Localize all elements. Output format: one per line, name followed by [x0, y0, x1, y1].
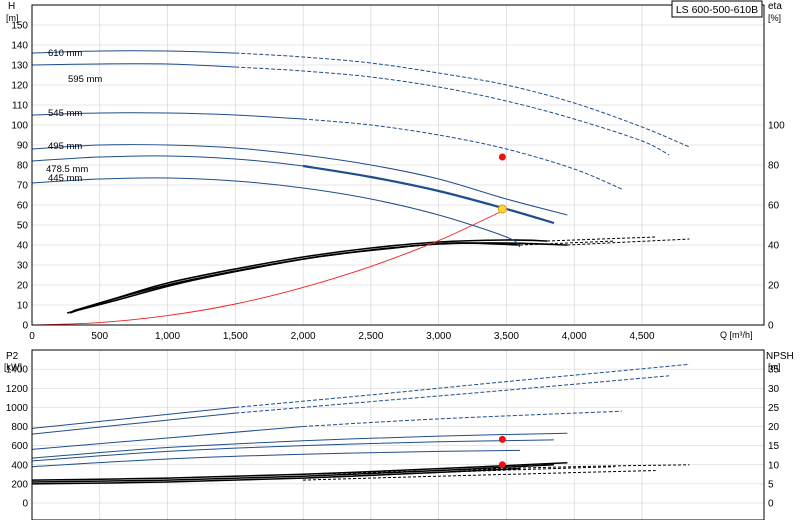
head-axis-title: H	[8, 1, 15, 12]
head-tick-label: 50	[17, 221, 29, 232]
power-duty-marker	[498, 435, 506, 443]
impeller-diameter-label: 445 mm	[48, 173, 82, 184]
head-tick-label: 40	[17, 241, 29, 252]
flow-tick-label: 0	[29, 331, 35, 342]
npsh-tick-label: 15	[768, 441, 780, 452]
head-tick-label: 120	[11, 81, 28, 92]
flow-tick-label: 3,000	[426, 331, 451, 342]
duty-point-marker	[497, 204, 507, 214]
model-label: LS 600-500-610B	[676, 4, 758, 16]
eta-tick-label: 40	[768, 241, 780, 252]
head-tick-label: 110	[12, 101, 28, 112]
power-tick-label: 600	[11, 441, 28, 452]
head-tick-label: 130	[11, 61, 28, 72]
head-tick-label: 80	[17, 161, 29, 172]
npsh-tick-label: 10	[768, 460, 780, 471]
head-tick-label: 0	[22, 321, 28, 332]
eta-tick-label: 100	[768, 121, 785, 132]
npsh-tick-label: 20	[768, 422, 780, 433]
flow-tick-label: 2,500	[358, 331, 383, 342]
impeller-diameter-label: 595 mm	[68, 74, 102, 85]
npsh-axis-unit: [m]	[768, 362, 781, 372]
npsh-duty-marker	[498, 461, 506, 469]
head-tick-label: 20	[17, 281, 29, 292]
npsh-tick-label: 25	[768, 403, 780, 414]
impeller-diameter-label: 545 mm	[48, 108, 82, 119]
eta-tick-label: 20	[768, 281, 780, 292]
eta-tick-label: 0	[768, 321, 774, 332]
head-tick-label: 30	[17, 261, 29, 272]
power-tick-label: 400	[11, 460, 28, 471]
power-tick-label: 200	[11, 479, 28, 490]
flow-axis-title: Q [m³/h]	[720, 330, 753, 340]
eta-axis-title: eta	[768, 1, 782, 12]
efficiency-duty-marker	[498, 153, 506, 161]
head-tick-label: 100	[11, 121, 28, 132]
power-axis-title: P2	[6, 351, 19, 362]
npsh-tick-label: 0	[768, 499, 774, 510]
npsh-axis-title: NPSH	[766, 351, 794, 362]
flow-tick-label: 4,000	[562, 331, 587, 342]
head-axis-unit: [m]	[6, 13, 19, 23]
power-tick-label: 800	[11, 422, 28, 433]
flow-tick-label: 500	[91, 331, 108, 342]
head-tick-label: 60	[17, 201, 29, 212]
pump-performance-chart: 610 mm595 mm545 mm495 mm478.5 mm445 mm 0…	[0, 0, 800, 520]
eta-axis-unit: [%]	[768, 13, 781, 23]
power-tick-label: 1000	[6, 403, 29, 414]
impeller-diameter-label: 495 mm	[48, 141, 82, 152]
power-tick-label: 0	[22, 499, 28, 510]
head-tick-label: 90	[17, 141, 29, 152]
head-tick-label: 140	[11, 41, 28, 52]
head-tick-label: 10	[17, 301, 29, 312]
eta-tick-label: 60	[768, 201, 780, 212]
flow-tick-label: 4,500	[629, 331, 654, 342]
npsh-tick-label: 5	[768, 479, 774, 490]
flow-tick-label: 3,500	[494, 331, 519, 342]
impeller-diameter-label: 610 mm	[48, 48, 82, 59]
head-tick-label: 70	[17, 181, 29, 192]
power-tick-label: 1200	[6, 384, 29, 395]
flow-tick-label: 1,000	[155, 331, 180, 342]
power-axis-unit: [kW]	[4, 362, 22, 372]
eta-tick-label: 80	[768, 161, 780, 172]
flow-tick-label: 2,000	[291, 331, 316, 342]
flow-tick-label: 1,500	[223, 331, 248, 342]
npsh-tick-label: 30	[768, 384, 780, 395]
